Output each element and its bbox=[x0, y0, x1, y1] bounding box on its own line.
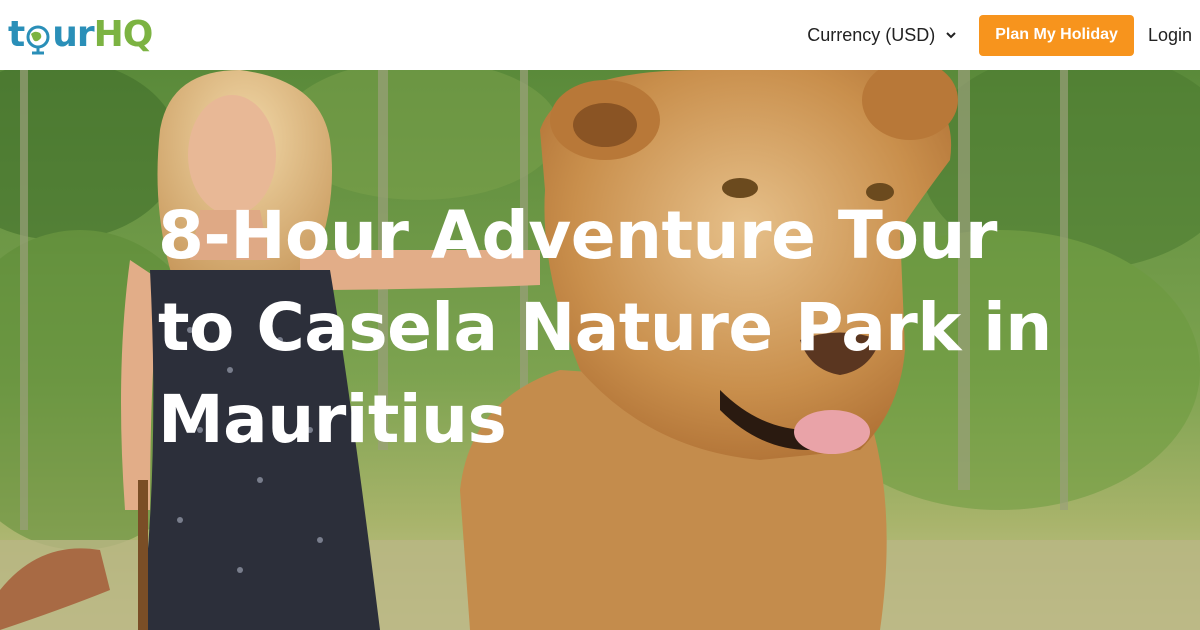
chevron-down-icon bbox=[946, 32, 956, 39]
currency-selector[interactable]: Currency (USD) bbox=[807, 25, 957, 46]
logo-text-hq: HQ bbox=[93, 13, 154, 55]
globe-icon bbox=[25, 23, 51, 55]
currency-label: Currency (USD) bbox=[807, 24, 936, 45]
hero-banner: 8-Hour Adventure Tour to Casela Nature P… bbox=[0, 70, 1200, 630]
header-actions: Currency (USD) Plan My Holiday Login bbox=[807, 14, 1200, 56]
login-link[interactable]: Login bbox=[1148, 25, 1192, 46]
logo-text-ur: ur bbox=[52, 13, 94, 55]
top-navigation-bar: t ur HQ Currency (USD) Plan My Holiday L… bbox=[0, 0, 1200, 70]
plan-my-holiday-button[interactable]: Plan My Holiday bbox=[979, 14, 1134, 56]
tour-title: 8-Hour Adventure Tour to Casela Nature P… bbox=[158, 197, 1052, 458]
logo-text-t: t bbox=[8, 13, 25, 55]
tourhq-logo[interactable]: t ur HQ bbox=[8, 12, 154, 56]
